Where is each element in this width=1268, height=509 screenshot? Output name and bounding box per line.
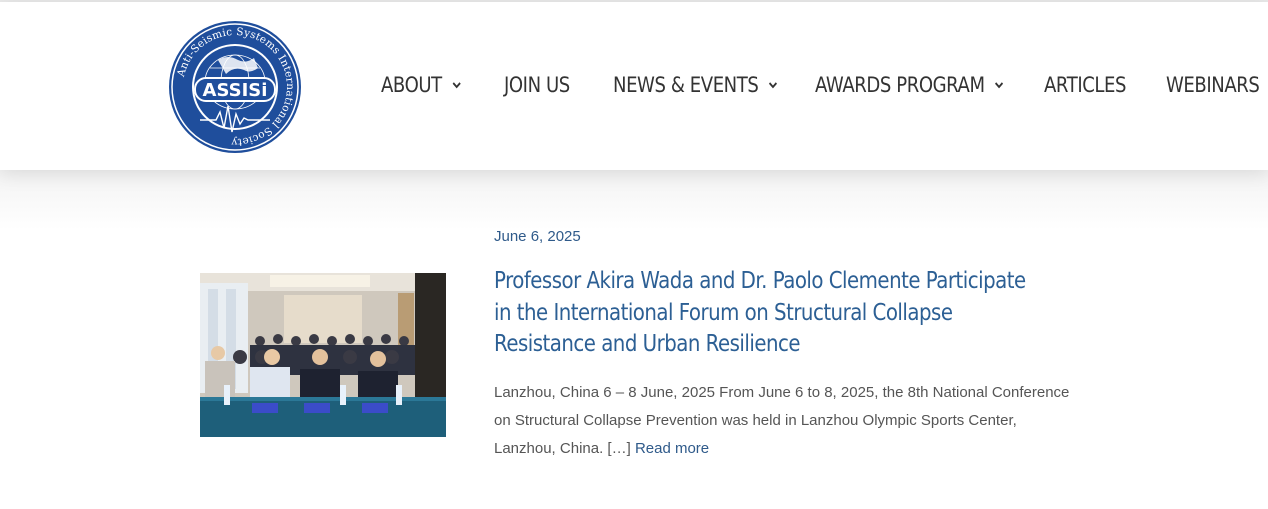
nav-item-news-events[interactable]: NEWS & EVENTS — [613, 62, 779, 108]
header-shadow-band — [0, 170, 1268, 230]
read-more-link[interactable]: Read more — [635, 440, 709, 457]
nav-item-label: WEBINARS — [1166, 73, 1260, 97]
nav-item-label: NEWS & EVENTS — [613, 73, 759, 97]
post-title-link[interactable]: Professor Akira Wada and Dr. Paolo Cleme… — [494, 266, 1044, 361]
chevron-down-icon — [768, 82, 778, 89]
main-nav: ABOUT JOIN US NEWS & EVENTS AWARDS PROGR… — [0, 62, 1268, 108]
nav-item-label: AWARDS PROGRAM — [815, 73, 985, 97]
site-header: Anti-Seismic Systems International Socie… — [0, 2, 1268, 170]
nav-item-about[interactable]: ABOUT — [381, 62, 462, 108]
conference-photo — [200, 273, 446, 437]
chevron-down-icon — [452, 82, 461, 89]
post-excerpt-text: Lanzhou, China 6 – 8 June, 2025 From Jun… — [494, 384, 1070, 457]
chevron-down-icon — [995, 82, 1004, 89]
nav-item-label: ARTICLES — [1044, 73, 1127, 97]
nav-item-awards-program[interactable]: AWARDS PROGRAM — [815, 62, 1005, 108]
post-date: June 6, 2025 — [494, 228, 581, 245]
post-thumbnail-image[interactable] — [200, 273, 446, 437]
nav-item-join-us[interactable]: JOIN US — [504, 62, 570, 108]
nav-item-label: JOIN US — [504, 73, 570, 97]
nav-item-label: ABOUT — [381, 73, 442, 97]
nav-item-articles[interactable]: ARTICLES — [1044, 62, 1126, 108]
post-excerpt: Lanzhou, China 6 – 8 June, 2025 From Jun… — [494, 379, 1079, 463]
nav-item-webinars[interactable]: WEBINARS — [1166, 62, 1260, 108]
